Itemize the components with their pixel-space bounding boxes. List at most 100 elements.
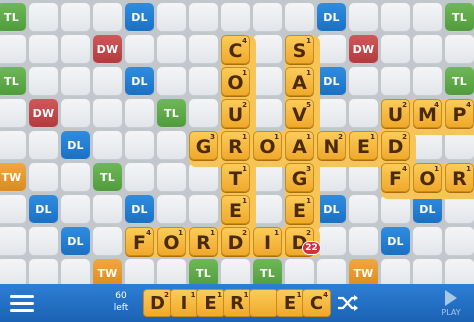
- premium-square-dl[interactable]: DL: [381, 227, 410, 256]
- premium-square-dl[interactable]: DL: [317, 3, 346, 32]
- empty-square[interactable]: [93, 131, 122, 160]
- empty-square[interactable]: [413, 67, 442, 96]
- empty-square[interactable]: [285, 3, 314, 32]
- premium-square-dl[interactable]: DL: [317, 67, 346, 96]
- empty-square[interactable]: [125, 99, 154, 128]
- empty-square[interactable]: [93, 195, 122, 224]
- empty-square[interactable]: [93, 99, 122, 128]
- premium-square-dl[interactable]: DL: [29, 195, 58, 224]
- empty-square[interactable]: [0, 99, 26, 128]
- premium-square-dw[interactable]: DW: [349, 35, 378, 64]
- premium-square-tl[interactable]: TL: [445, 3, 474, 32]
- empty-square[interactable]: [93, 227, 122, 256]
- empty-square[interactable]: [29, 67, 58, 96]
- empty-square[interactable]: [0, 35, 26, 64]
- empty-square[interactable]: [125, 259, 154, 284]
- empty-square[interactable]: [413, 227, 442, 256]
- empty-square[interactable]: [413, 35, 442, 64]
- empty-square[interactable]: [349, 227, 378, 256]
- premium-square-dl[interactable]: DL: [125, 3, 154, 32]
- rack-tile[interactable]: I1: [169, 289, 199, 317]
- empty-square[interactable]: [317, 227, 346, 256]
- premium-square-tw[interactable]: TW: [0, 163, 26, 192]
- premium-square-dl[interactable]: DL: [317, 195, 346, 224]
- play-button[interactable]: PLAY: [436, 288, 466, 317]
- empty-square[interactable]: [157, 67, 186, 96]
- empty-square[interactable]: [61, 3, 90, 32]
- empty-square[interactable]: [349, 3, 378, 32]
- empty-square[interactable]: [253, 3, 282, 32]
- empty-square[interactable]: [445, 35, 474, 64]
- empty-square[interactable]: [157, 195, 186, 224]
- empty-square[interactable]: [381, 35, 410, 64]
- premium-square-tl[interactable]: TL: [445, 67, 474, 96]
- empty-square[interactable]: [317, 99, 346, 128]
- empty-square[interactable]: [445, 195, 474, 224]
- empty-square[interactable]: [253, 99, 282, 128]
- empty-square[interactable]: [189, 35, 218, 64]
- empty-square[interactable]: [125, 163, 154, 192]
- empty-square[interactable]: [317, 35, 346, 64]
- empty-square[interactable]: [61, 35, 90, 64]
- premium-square-dl[interactable]: DL: [125, 195, 154, 224]
- empty-square[interactable]: [61, 99, 90, 128]
- premium-square-dl[interactable]: DL: [61, 227, 90, 256]
- premium-square-tl[interactable]: TL: [0, 3, 26, 32]
- premium-square-tl[interactable]: TL: [93, 163, 122, 192]
- premium-square-dl[interactable]: DL: [125, 67, 154, 96]
- empty-square[interactable]: [157, 131, 186, 160]
- empty-square[interactable]: [317, 163, 346, 192]
- premium-square-dw[interactable]: DW: [93, 35, 122, 64]
- empty-square[interactable]: [189, 67, 218, 96]
- premium-square-tl[interactable]: TL: [253, 259, 282, 284]
- premium-square-tw[interactable]: TW: [93, 259, 122, 284]
- rack-tile[interactable]: D2: [143, 289, 172, 317]
- premium-square-dl[interactable]: DL: [413, 195, 442, 224]
- empty-square[interactable]: [413, 3, 442, 32]
- shuffle-icon[interactable]: [337, 294, 359, 312]
- empty-square[interactable]: [413, 259, 442, 284]
- empty-square[interactable]: [189, 163, 218, 192]
- empty-square[interactable]: [445, 227, 474, 256]
- premium-square-tl[interactable]: TL: [189, 259, 218, 284]
- empty-square[interactable]: [29, 163, 58, 192]
- empty-square[interactable]: [381, 67, 410, 96]
- empty-square[interactable]: [61, 259, 90, 284]
- empty-square[interactable]: [29, 35, 58, 64]
- empty-square[interactable]: [157, 259, 186, 284]
- premium-square-dw[interactable]: DW: [29, 99, 58, 128]
- rack-tile[interactable]: E1: [196, 289, 225, 317]
- rack-tile[interactable]: C4: [302, 289, 331, 317]
- empty-square[interactable]: [189, 99, 218, 128]
- empty-square[interactable]: [381, 259, 410, 284]
- menu-icon[interactable]: [10, 295, 34, 313]
- empty-square[interactable]: [253, 35, 282, 64]
- empty-square[interactable]: [157, 35, 186, 64]
- empty-square[interactable]: [381, 195, 410, 224]
- empty-square[interactable]: [445, 131, 474, 160]
- empty-square[interactable]: [349, 163, 378, 192]
- empty-square[interactable]: [0, 227, 26, 256]
- empty-square[interactable]: [221, 3, 250, 32]
- empty-square[interactable]: [253, 67, 282, 96]
- premium-square-dl[interactable]: DL: [61, 131, 90, 160]
- premium-square-tl[interactable]: TL: [0, 67, 26, 96]
- empty-square[interactable]: [29, 227, 58, 256]
- empty-square[interactable]: [125, 35, 154, 64]
- empty-square[interactable]: [445, 259, 474, 284]
- empty-square[interactable]: [0, 131, 26, 160]
- empty-square[interactable]: [61, 67, 90, 96]
- empty-square[interactable]: [349, 67, 378, 96]
- empty-square[interactable]: [157, 163, 186, 192]
- empty-square[interactable]: [285, 259, 314, 284]
- premium-square-tl[interactable]: TL: [157, 99, 186, 128]
- empty-square[interactable]: [349, 99, 378, 128]
- empty-square[interactable]: [157, 3, 186, 32]
- empty-square[interactable]: [0, 195, 26, 224]
- empty-square[interactable]: [253, 195, 282, 224]
- premium-square-tw[interactable]: TW: [349, 259, 378, 284]
- empty-square[interactable]: [29, 259, 58, 284]
- empty-square[interactable]: [93, 3, 122, 32]
- empty-square[interactable]: [61, 163, 90, 192]
- empty-square[interactable]: [413, 131, 442, 160]
